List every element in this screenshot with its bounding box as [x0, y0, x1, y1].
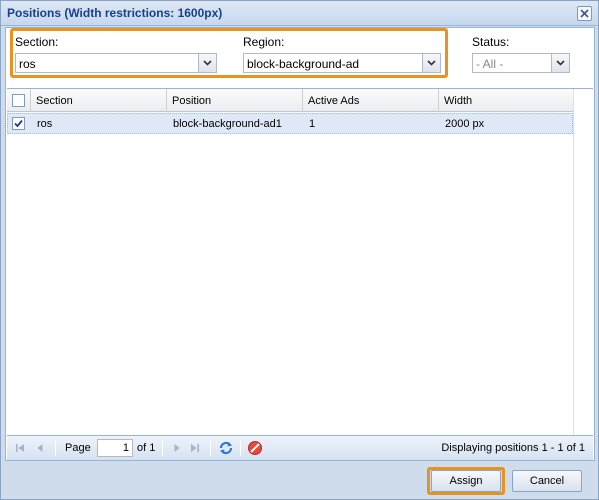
pager-status: Displaying positions 1 - 1 of 1 — [441, 442, 585, 454]
cell-active-ads: 1 — [309, 118, 316, 130]
close-icon[interactable] — [577, 6, 592, 21]
next-page-icon[interactable] — [170, 441, 184, 455]
region-label: Region: — [243, 35, 285, 49]
chevron-down-icon[interactable] — [551, 54, 569, 72]
page-count-label: of 1 — [137, 442, 156, 454]
positions-dialog: Positions (Width restrictions: 1600px) S… — [0, 0, 599, 500]
header-select-all — [7, 89, 31, 112]
region-value: block-background-ad — [247, 57, 360, 71]
column-header-position[interactable]: Position — [167, 89, 303, 112]
refresh-icon[interactable] — [218, 440, 234, 456]
row-select-cell — [8, 114, 32, 134]
toolbar-separator — [240, 440, 241, 456]
last-page-icon[interactable] — [188, 441, 202, 455]
paging-toolbar: Page 1 of 1 Displaying positions 1 - 1 o… — [7, 435, 593, 460]
page-number-input[interactable]: 1 — [97, 439, 133, 457]
chevron-down-icon[interactable] — [422, 54, 440, 72]
column-header-width[interactable]: Width — [439, 89, 573, 112]
section-label: Section: — [15, 35, 59, 49]
section-combo[interactable]: ros — [15, 53, 217, 73]
cancel-button[interactable]: Cancel — [512, 470, 582, 492]
column-header-active-ads[interactable]: Active Ads — [303, 89, 439, 112]
grid-header: Section Position Active Ads Width — [7, 89, 573, 112]
page-label: Page — [65, 442, 91, 454]
toolbar-separator — [55, 440, 56, 456]
cell-width: 2000 px — [445, 118, 485, 130]
first-page-icon[interactable] — [13, 441, 27, 455]
section-value: ros — [19, 57, 36, 71]
status-combo[interactable]: - All - — [472, 53, 570, 73]
row-checkbox[interactable] — [12, 117, 25, 130]
select-all-checkbox[interactable] — [12, 94, 25, 107]
table-row[interactable]: ros block-background-ad1 1 2000 px — [7, 113, 573, 134]
positions-grid: Section Position Active Ads Width ros bl… — [7, 88, 593, 460]
toolbar-separator — [162, 440, 163, 456]
cell-section: ros — [37, 118, 53, 130]
assign-button[interactable]: Assign — [431, 470, 501, 492]
grid-scrollbar[interactable] — [573, 89, 593, 435]
cell-position: block-background-ad1 — [173, 118, 282, 130]
dialog-titlebar[interactable]: Positions (Width restrictions: 1600px) — [1, 1, 598, 26]
chevron-down-icon[interactable] — [198, 54, 216, 72]
status-label: Status: — [472, 35, 510, 49]
dialog-body: Section: ros Region: block-background-ad… — [5, 27, 595, 461]
toolbar-separator — [210, 440, 211, 456]
prev-page-icon[interactable] — [33, 441, 47, 455]
column-header-section[interactable]: Section — [31, 89, 167, 112]
clear-filter-icon[interactable] — [247, 440, 263, 456]
region-combo[interactable]: block-background-ad — [243, 53, 441, 73]
checkmark-icon — [14, 119, 23, 128]
dialog-title: Positions (Width restrictions: 1600px) — [7, 6, 223, 20]
status-value: - All - — [476, 57, 504, 71]
